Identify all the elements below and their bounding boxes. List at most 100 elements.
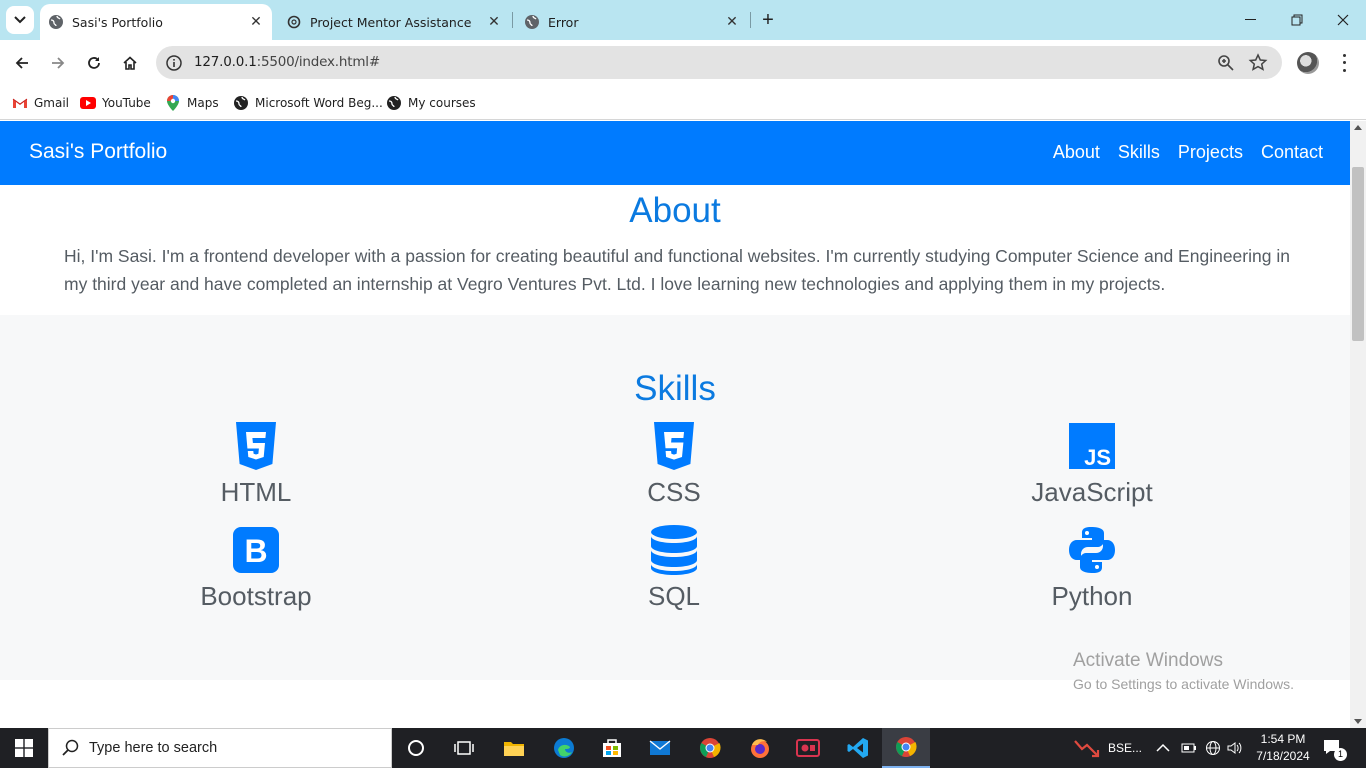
new-tab-button[interactable]: + [756,8,780,32]
restore-button[interactable] [1274,0,1320,40]
task-view-button[interactable] [440,728,488,768]
cortana-button[interactable] [392,728,440,768]
mail-button[interactable] [636,728,684,768]
nav-link-about[interactable]: About [1053,142,1100,163]
edge-icon [554,738,574,758]
tab-search-button[interactable] [6,6,34,34]
skill-label: SQL [647,581,701,611]
profile-avatar[interactable] [1297,52,1319,74]
address-bar[interactable]: 127.0.0.1:5500/index.html# [156,46,1282,79]
chrome-icon [700,738,721,758]
zoom-icon[interactable] [1216,53,1236,73]
start-button[interactable] [0,728,48,768]
skill-label: CSS [647,477,701,507]
about-paragraph: Hi, I'm Sasi. I'm a frontend developer w… [64,246,1290,294]
close-tab-icon[interactable]: ✕ [722,14,742,30]
restore-icon [1291,14,1303,26]
screen-recorder-button[interactable] [784,728,832,768]
tray-stock-widget[interactable]: BSE... [1074,728,1142,768]
url-text[interactable]: 127.0.0.1:5500/index.html# [194,54,380,70]
skill-css: CSS [544,420,804,508]
arrow-right-icon [52,57,65,69]
close-tab-icon[interactable]: ✕ [246,14,266,30]
bookmark-youtube[interactable]: YouTube [80,92,151,114]
scroll-down-arrow[interactable] [1354,719,1362,724]
tab-separator [512,12,513,28]
tab-separator [750,12,751,28]
firefox-button[interactable] [736,728,784,768]
notification-center[interactable]: 1 [1322,728,1347,768]
close-tab-icon[interactable]: ✕ [484,14,504,30]
reload-button[interactable] [80,49,108,77]
python-icon [1069,527,1115,573]
tray-network[interactable] [1205,728,1221,768]
screen-recorder-icon [796,739,820,757]
site-info-icon[interactable] [164,53,184,73]
activate-windows-watermark: Activate Windows Go to Settings to activ… [1073,650,1294,692]
skill-label: Bootstrap [200,581,312,611]
page-scrollbar[interactable] [1350,121,1366,728]
vscode-button[interactable] [834,728,882,768]
skill-html: HTML [126,420,386,508]
nav-link-projects[interactable]: Projects [1178,142,1243,163]
home-icon [123,56,137,70]
tab-sasis-portfolio[interactable]: Sasi's Portfolio ✕ [40,4,272,40]
javascript-icon: JS [1069,423,1115,470]
vscode-icon [847,738,868,758]
back-button[interactable] [8,49,36,77]
nav-link-contact[interactable]: Contact [1261,142,1323,163]
skill-label: HTML [220,477,292,507]
chevron-down-icon [14,16,26,24]
skill-javascript: JS JavaScript [962,420,1222,508]
windows-taskbar: Type here to search BSE... 1:54 PM 7/18/… [0,728,1366,768]
bookmark-gmail[interactable]: Gmail [12,92,69,114]
windows-logo-icon [15,739,33,757]
html5-icon [236,422,276,470]
bootstrap-icon: B [233,527,279,573]
tray-volume[interactable] [1227,728,1243,768]
minimize-icon [1245,19,1256,20]
scroll-up-arrow[interactable] [1354,125,1362,130]
search-icon [62,739,79,756]
skill-bootstrap: B Bootstrap [126,524,386,612]
store-icon [603,739,621,757]
chrome-icon [896,737,917,757]
nav-link-skills[interactable]: Skills [1118,142,1160,163]
minimize-button[interactable] [1228,0,1274,40]
task-view-icon [454,741,474,755]
network-globe-icon [1206,741,1220,755]
chevron-up-icon [1156,743,1170,752]
gmail-icon [12,95,28,111]
close-window-button[interactable] [1320,0,1366,40]
site-brand[interactable]: Sasi's Portfolio [29,140,167,164]
chrome-button[interactable] [686,728,734,768]
site-nav-links: About Skills Projects Contact [1053,142,1323,163]
close-icon [1337,14,1349,26]
store-button[interactable] [588,728,636,768]
tab-project-mentor-assistance[interactable]: Project Mentor Assistance ✕ [278,4,510,40]
bookmark-star-icon[interactable] [1248,53,1268,73]
scrollbar-thumb[interactable] [1352,167,1364,341]
bookmark-maps[interactable]: Maps [165,92,219,114]
notification-count-badge: 1 [1334,748,1347,761]
forward-button[interactable] [44,49,72,77]
about-heading: About [629,191,721,230]
taskbar-search[interactable]: Type here to search [48,728,392,768]
chrome-active-button[interactable] [882,728,930,768]
globe-icon [524,14,540,30]
tray-chevron[interactable] [1156,728,1170,768]
tray-battery[interactable] [1181,728,1197,768]
taskbar-clock[interactable]: 1:54 PM 7/18/2024 [1252,731,1314,765]
bookmark-microsoft-word[interactable]: Microsoft Word Beg... [233,92,383,114]
browser-menu-icon[interactable] [1336,52,1352,74]
home-button[interactable] [116,49,144,77]
skills-section: Skills HTML CSS JS JavaScript B Bootstra… [0,315,1350,680]
file-explorer-button[interactable] [490,728,538,768]
mail-icon [649,740,671,755]
bookmark-my-courses[interactable]: My courses [386,92,476,114]
skill-label: JavaScript [1031,477,1153,507]
bookmarks-bar: Gmail YouTube Maps Microsoft Word Beg...… [0,86,1366,120]
skill-label: Python [1051,581,1133,611]
tab-error[interactable]: Error ✕ [516,4,748,40]
edge-button[interactable] [540,728,588,768]
